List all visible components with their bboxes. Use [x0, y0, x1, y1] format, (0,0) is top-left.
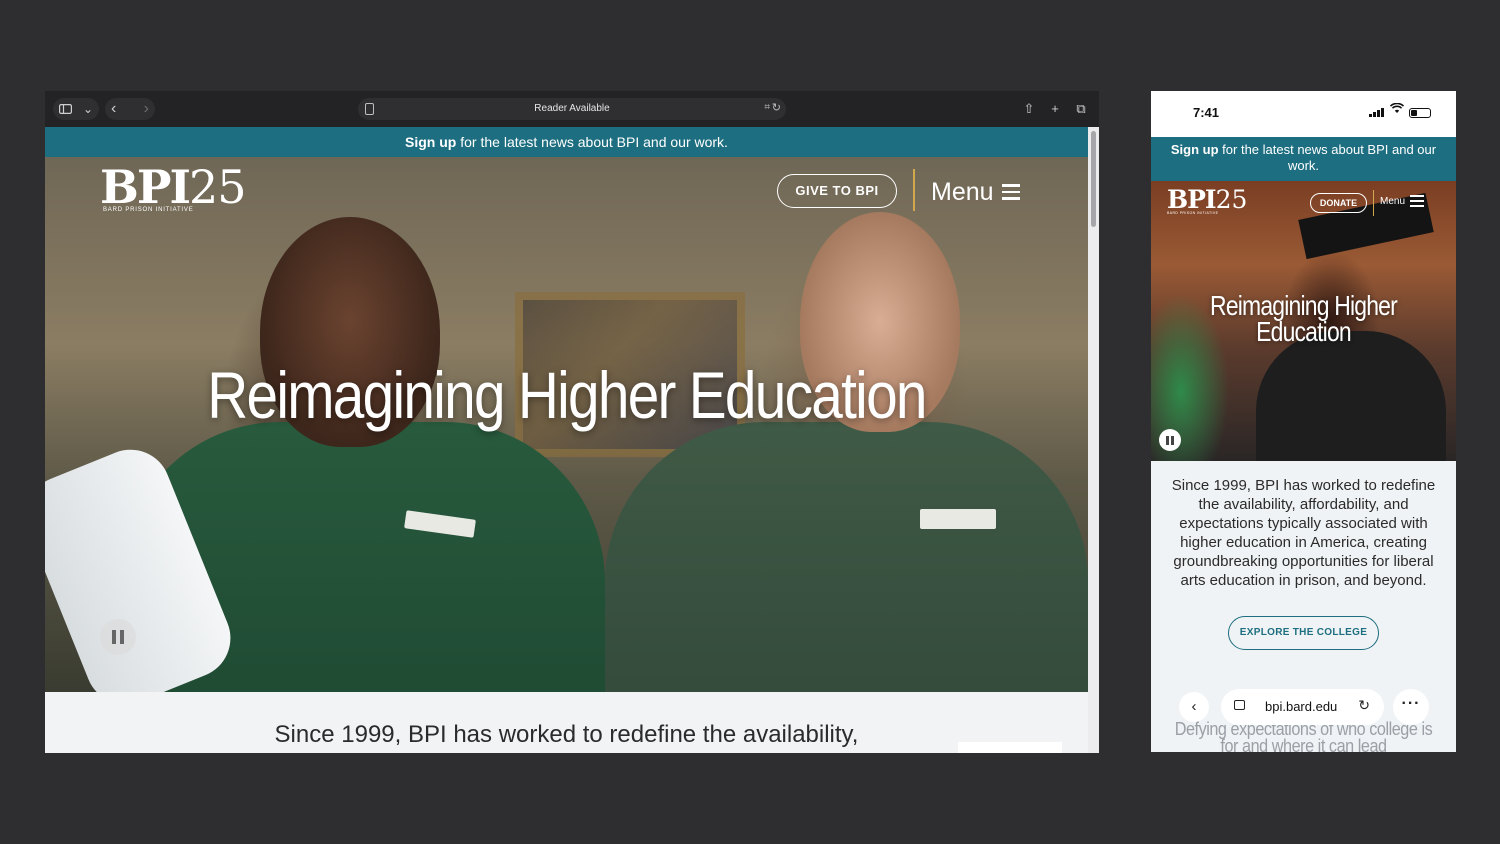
mobile-back-button[interactable]: ‹ — [1179, 692, 1209, 722]
battery-icon — [1409, 108, 1431, 118]
mobile-logo-mark: BPI — [1167, 185, 1217, 214]
translate-icon[interactable]: ⌗ — [764, 102, 770, 113]
bpi-logo[interactable]: BPI25 BARD PRISON INITIATIVE — [100, 160, 247, 214]
mobile-bpi-logo[interactable]: BPI25 BARD PRISON INITIATIVE — [1167, 185, 1247, 215]
hero-title: Reimagining Higher Education — [207, 358, 927, 432]
sidebar-icon[interactable] — [59, 104, 72, 114]
scrollbar[interactable] — [1088, 127, 1099, 753]
mobile-hero-video: BPI25 BARD PRISON INITIATIVE DONATE Menu… — [1151, 181, 1456, 461]
mobile-hero-title: Reimagining Higher Education — [1210, 290, 1398, 347]
give-to-bpi-button[interactable]: GIVE TO BPI — [777, 174, 897, 208]
hero-figure-right — [605, 422, 1088, 692]
mobile-hamburger-icon — [1410, 195, 1425, 207]
mobile-nav-divider — [1373, 190, 1374, 216]
chevron-down-icon[interactable]: ⌄ — [83, 103, 93, 115]
status-bar: 7:41 — [1151, 91, 1456, 137]
mobile-intro-text: Since 1999, BPI has worked to redefine t… — [1171, 477, 1436, 589]
signup-link[interactable]: Sign up — [405, 134, 456, 150]
mobile-signup-link[interactable]: Sign up — [1171, 142, 1219, 157]
next-section-heading: Defying expectations of who college is f… — [1174, 719, 1433, 752]
graduation-gown — [1256, 331, 1446, 461]
forward-button[interactable]: › — [144, 101, 149, 117]
signup-banner[interactable]: Sign up for the latest news about BPI an… — [45, 127, 1088, 157]
mobile-menu-label: Menu — [1380, 195, 1406, 207]
address-bar[interactable]: Reader Available ⌗ ↻ — [358, 98, 786, 120]
nav-divider — [913, 169, 915, 211]
wifi-icon — [1389, 102, 1405, 117]
mobile-address-bar[interactable]: bpi.bard.edu ↻ — [1221, 689, 1384, 725]
pause-video-button[interactable] — [100, 619, 136, 655]
desktop-browser-window: ⌄ ‹ › Reader Available ⌗ ↻ ⇧ + ⧉ Sign up… — [45, 91, 1099, 753]
mobile-browser-bar: ‹ bpi.bard.edu ↻ ··· — [1151, 689, 1456, 725]
signup-banner-text: for the latest news about BPI and our wo… — [456, 134, 728, 150]
mobile-url-domain[interactable]: bpi.bard.edu — [1265, 699, 1337, 714]
mobile-signup-banner-text: for the latest news about BPI and our wo… — [1218, 142, 1437, 173]
navigation-buttons: ‹ › — [105, 98, 155, 120]
explore-the-college-button[interactable]: EXPLORE THE COLLEGE — [1228, 616, 1379, 650]
cellular-signal-icon — [1369, 107, 1384, 117]
intro-text: Since 1999, BPI has worked to redefine t… — [274, 721, 859, 748]
hero-video: BPI25 BARD PRISON INITIATIVE GIVE TO BPI… — [45, 157, 1088, 692]
logo-mark: BPI — [100, 160, 191, 214]
sidebar-toggle-group[interactable]: ⌄ — [53, 98, 99, 120]
mobile-screenshot: 7:41 Sign up for the latest news about B… — [1151, 91, 1456, 752]
reader-available-label[interactable]: Reader Available — [358, 103, 786, 114]
menu-button[interactable]: Menu — [931, 177, 1020, 207]
logo-number: 25 — [189, 160, 247, 214]
mobile-signup-banner[interactable]: Sign up for the latest news about BPI an… — [1151, 137, 1456, 181]
mobile-pause-video-button[interactable] — [1159, 429, 1181, 451]
reload-icon[interactable]: ↻ — [772, 101, 781, 114]
hero-name-tag — [920, 509, 996, 529]
new-tab-icon[interactable]: + — [1049, 99, 1061, 117]
browser-toolbar: ⌄ ‹ › Reader Available ⌗ ↻ ⇧ + ⧉ — [45, 91, 1099, 127]
donate-button[interactable]: DONATE — [1310, 193, 1367, 213]
more-options-icon[interactable]: ··· — [1393, 689, 1429, 725]
hamburger-icon — [1001, 184, 1020, 200]
back-button[interactable]: ‹ — [111, 101, 116, 117]
share-icon[interactable]: ⇧ — [1023, 99, 1035, 117]
menu-label: Menu — [931, 178, 994, 206]
toolbar-right-actions: ⇧ + ⧉ — [1023, 99, 1087, 117]
tab-overview-icon[interactable]: ⧉ — [1075, 99, 1087, 117]
scroll-thumb[interactable] — [1091, 131, 1096, 227]
mobile-logo-number: 25 — [1215, 185, 1248, 214]
status-time: 7:41 — [1193, 105, 1220, 120]
floating-tab — [958, 742, 1062, 753]
mobile-reload-icon[interactable]: ↻ — [1358, 697, 1370, 714]
page-menu-icon[interactable] — [1234, 700, 1245, 710]
mobile-menu-button[interactable]: Menu — [1380, 195, 1425, 207]
